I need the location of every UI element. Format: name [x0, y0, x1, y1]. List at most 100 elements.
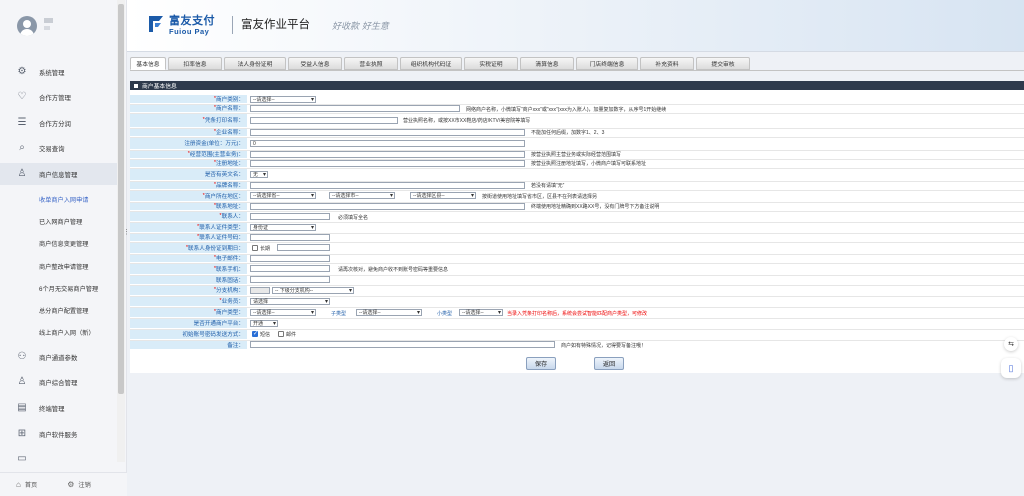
city-select[interactable]: --请选择市-- [329, 192, 395, 199]
sidebar-item-partner[interactable]: ♡ 合作方管理 [0, 86, 118, 108]
label-remark: 备注： [130, 340, 247, 350]
back-button[interactable]: 返回 [594, 357, 624, 370]
more-icon: ▭ [17, 453, 27, 464]
sidebar-subitem-rectify[interactable]: 商户整改申请管理 [0, 255, 118, 277]
label-reg-address: * 注册地址： [130, 159, 247, 168]
mch-type-select[interactable]: --请选择-- [250, 309, 316, 316]
tab-basic-info[interactable]: 基本信息 [130, 57, 166, 70]
long-term-checkbox[interactable] [252, 245, 258, 251]
long-term-label: 长期 [260, 246, 271, 252]
sidebar-item-partner-profit[interactable]: ☰ 合作方分润 [0, 112, 118, 134]
merchant-name-input[interactable] [250, 105, 460, 112]
sidebar-item-channel[interactable]: ⚇ 商户通道参数 [0, 346, 118, 368]
send-sms-checkbox[interactable] [252, 330, 258, 337]
assistant-icon[interactable]: ▯ [1001, 358, 1021, 378]
logout-link[interactable]: 注销 [78, 480, 90, 489]
label-business-scope: * 经营范围(主营业务)： [130, 150, 247, 159]
sidebar-item-label: 系统管理 [39, 69, 65, 77]
tab-settlement[interactable]: 清算信息 [520, 57, 574, 70]
id-type-select[interactable]: 身份证 [250, 224, 316, 231]
tab-tax-proof[interactable]: 实税证明 [464, 57, 518, 70]
tab-org-code[interactable]: 组织机构代码证 [400, 57, 462, 70]
mobile-input[interactable] [250, 265, 330, 272]
sidebar-subitem-inactive[interactable]: 6个月无交易商户管理 [0, 277, 118, 299]
save-button[interactable]: 保存 [526, 357, 556, 370]
tab-supplement[interactable]: 补充资料 [640, 57, 694, 70]
sidebar-item-transaction[interactable]: ⌕ 交易查询 [0, 137, 118, 159]
users-icon: ♙ [17, 376, 27, 387]
english-name-select[interactable]: 无 [250, 171, 268, 178]
salesman-select[interactable]: 请选择 [250, 298, 330, 305]
sidebar-item-system[interactable]: ⚙ 系统管理 [0, 61, 118, 83]
region-note: 按街道使用地址填写省市区，区县不在列表请选择另 [482, 194, 598, 200]
company-name-input[interactable] [250, 129, 525, 136]
sidebar-item-merchant-info[interactable]: ♙ 商户信息管理 [0, 163, 118, 185]
collapse-handle-icon[interactable]: ⋮ [123, 228, 130, 236]
sub-type-label: 子类型 [331, 311, 347, 317]
tab-business-license[interactable]: 营业执照 [344, 57, 398, 70]
label-contact-person: * 联系人： [130, 211, 247, 222]
id-expiry-input[interactable] [277, 244, 330, 251]
tab-rate-info[interactable]: 扣率信息 [168, 57, 222, 70]
channel-icon: ⚇ [17, 351, 27, 362]
sidebar-subitem-apply[interactable]: 收单商户入网申请 [0, 188, 118, 210]
top-header: 富友支付 Fuiou Pay 富友作业平台 好收款 好生意 [127, 0, 1024, 52]
reg-capital-input[interactable]: 0 [250, 140, 525, 147]
business-scope-input[interactable] [250, 151, 525, 158]
user-manage-icon: ♙ [17, 168, 27, 179]
province-select[interactable]: --请选择省-- [250, 192, 316, 199]
label-merchant-name: * 商户名称： [130, 104, 247, 113]
tab-store-terminal[interactable]: 门店终端信息 [576, 57, 638, 70]
logout-icon[interactable]: ⚙ [67, 480, 74, 489]
contact-person-input[interactable] [250, 213, 330, 220]
translate-icon[interactable]: ⇆ [1004, 337, 1018, 351]
sidebar-item-software[interactable]: ⊞ 商户软件服务 [0, 423, 118, 445]
sidebar-item-label: 终端管理 [39, 405, 65, 413]
reg-address-input[interactable] [250, 160, 525, 167]
handshake-icon: ♡ [17, 91, 27, 102]
sidebar-bottom-bar: ⌂ 首页 ⚙ 注销 [0, 472, 127, 496]
header-divider [232, 16, 233, 34]
receipt-name-input[interactable] [250, 117, 398, 124]
id-number-input[interactable] [250, 234, 330, 241]
label-company-name: * 企业名称： [130, 128, 247, 137]
contact-address-input[interactable] [250, 203, 525, 210]
sidebar-item-label: 交易查询 [39, 145, 65, 153]
sidebar-scroll-thumb[interactable] [118, 4, 124, 394]
sidebar-item-more[interactable]: ▭ [0, 448, 118, 470]
tab-bar: 基本信息 扣率信息 法人身份证明 受益人信息 营业执照 组织机构代码证 实税证明… [127, 57, 1024, 70]
sidebar-subitem-online[interactable]: 线上商户入网（新） [0, 321, 118, 343]
small-type-select[interactable]: --请选择-- [459, 309, 503, 316]
sidebar-subitem-change[interactable]: 商户信息变更管理 [0, 232, 118, 254]
home-link[interactable]: 首页 [25, 480, 37, 489]
home-icon[interactable]: ⌂ [16, 480, 21, 489]
row-divider [130, 137, 1024, 138]
merchant-category-select[interactable]: --请选择-- [250, 96, 316, 103]
section-square-icon [134, 83, 138, 88]
remark-input[interactable] [250, 341, 555, 348]
email-input[interactable] [250, 255, 330, 262]
row-divider [130, 113, 1024, 114]
district-select[interactable]: --请选择区县-- [410, 192, 476, 199]
landline-input[interactable] [250, 276, 330, 283]
gear-icon: ⚙ [17, 66, 27, 77]
send-sms-label: 短信 [260, 332, 271, 338]
sidebar-item-terminal[interactable]: ▤ 终端管理 [0, 397, 118, 419]
mch-type-note: 当录入凭条打印名称后，系统会尝试智能匹配商户类型，可修改 [507, 311, 648, 317]
sidebar-subitem-branch-config[interactable]: 总分商户配置管理 [0, 299, 118, 321]
sidebar-item-merchant-general[interactable]: ♙ 商户综合管理 [0, 371, 118, 393]
platform-select[interactable]: 开通 [250, 320, 278, 327]
tab-submit-review[interactable]: 提交审核 [696, 57, 750, 70]
sidebar-subitem-registered[interactable]: 已入网商户管理 [0, 210, 118, 232]
avatar[interactable] [17, 16, 37, 36]
sidebar-item-label: 商户软件服务 [39, 431, 78, 439]
label-region: * 商户所在地区： [130, 190, 247, 202]
tab-legal-id[interactable]: 法人身份证明 [224, 57, 286, 70]
brand-input[interactable] [250, 182, 525, 189]
receipt-name-note: 营业执照名称，或按XX市XX鞋店/药店/KTV/美容院等填写 [403, 118, 531, 124]
tab-beneficiary[interactable]: 受益人信息 [288, 57, 342, 70]
branch-select[interactable]: -- 下级分支机构-- [272, 287, 354, 294]
remark-note: 商户如有特殊情况，记得要写备注哦！ [561, 343, 647, 349]
send-email-checkbox[interactable] [278, 331, 284, 337]
sub-type-select[interactable]: --请选择-- [356, 309, 422, 316]
